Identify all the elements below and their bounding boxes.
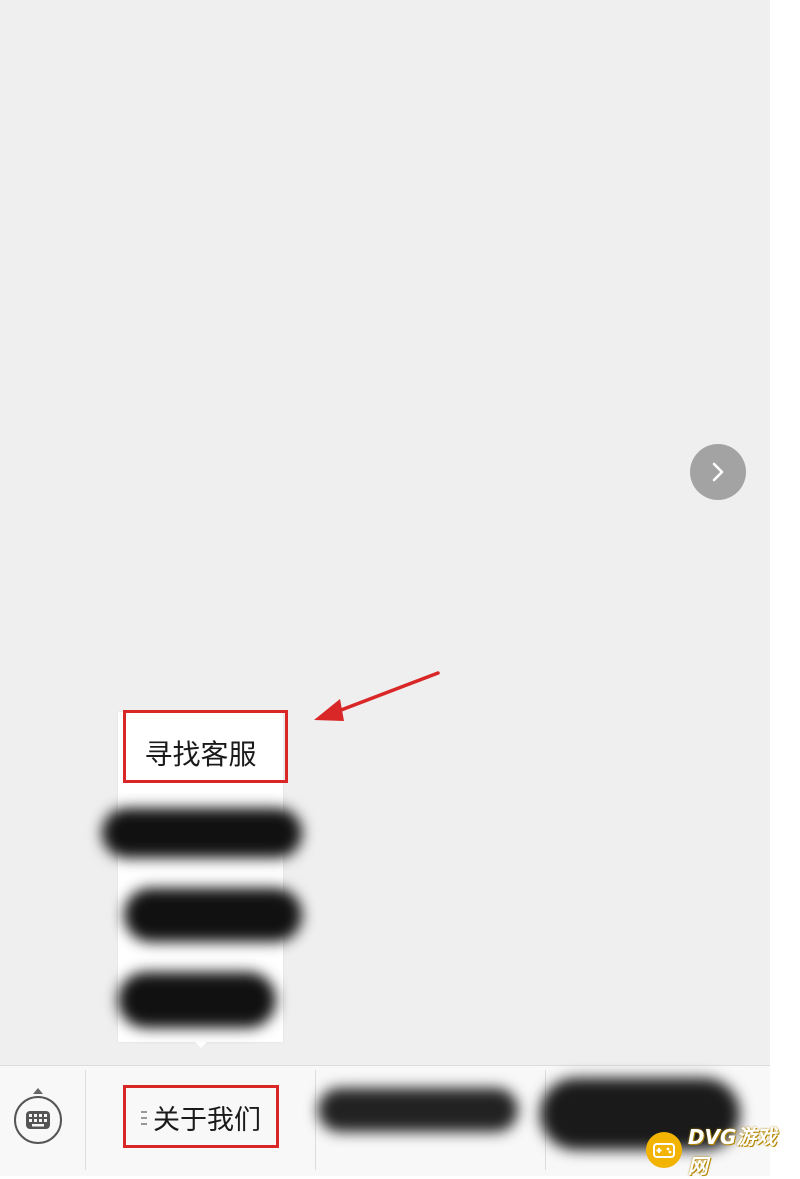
redaction-blur <box>118 972 276 1028</box>
keyboard-button[interactable] <box>14 1096 62 1144</box>
gamepad-icon <box>646 1132 682 1168</box>
keyboard-toggle-indicator <box>33 1088 43 1094</box>
redaction-blur <box>318 1088 518 1132</box>
chevron-right-icon <box>712 462 724 482</box>
chat-screen: 寻找客服 关于我们 DVG游戏网 <box>0 0 800 1178</box>
watermark-text: DVG游戏网 <box>687 1125 777 1178</box>
menu-divider <box>315 1070 316 1170</box>
submenu-pointer <box>193 1040 209 1048</box>
next-page-button[interactable] <box>690 444 746 500</box>
highlight-box-find-service <box>123 710 288 783</box>
watermark-logo: DVG游戏网 <box>646 1125 796 1178</box>
highlight-box-about-us <box>123 1085 279 1148</box>
redaction-blur <box>102 808 302 858</box>
menu-divider <box>85 1070 86 1170</box>
keyboard-icon <box>26 1111 50 1129</box>
redaction-blur <box>124 888 302 942</box>
chat-message-area <box>0 0 770 1065</box>
right-margin <box>770 0 800 1175</box>
annotation-arrow-icon <box>314 671 440 721</box>
